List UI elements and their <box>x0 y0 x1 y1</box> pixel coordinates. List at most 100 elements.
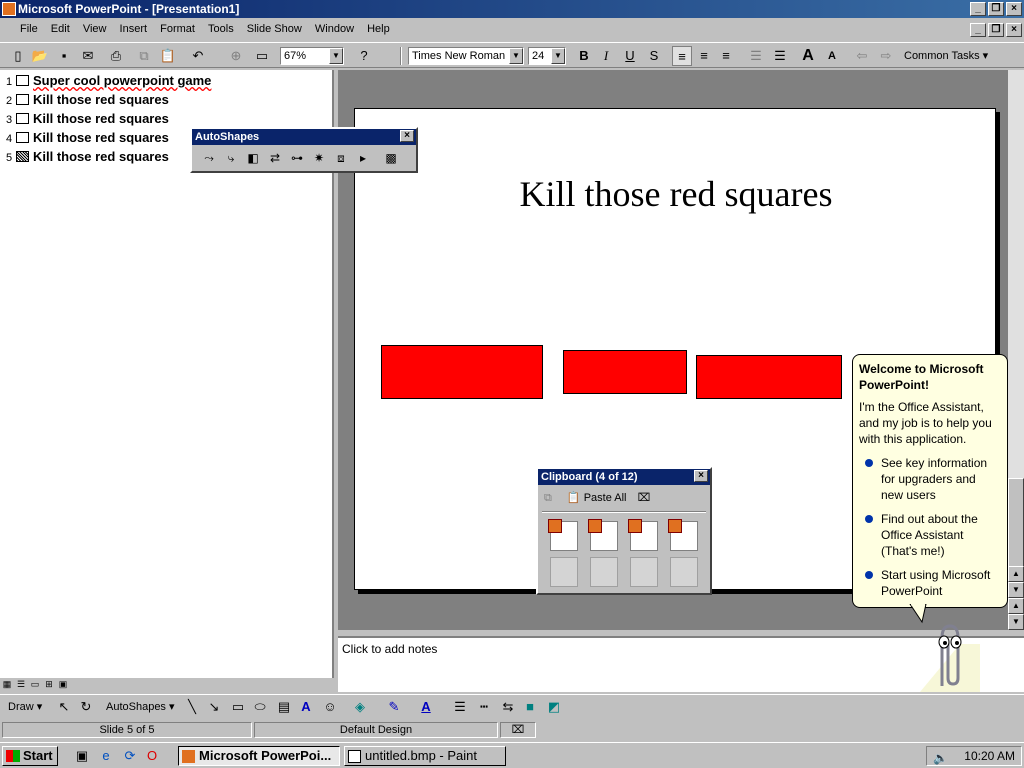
close-icon[interactable]: × <box>694 470 708 482</box>
red-square[interactable] <box>696 355 842 399</box>
clear-clipboard-icon[interactable]: ⌧ <box>638 492 651 504</box>
restore-icon[interactable]: ❐ <box>988 2 1004 16</box>
outline-item[interactable]: 2 Kill those red squares <box>6 91 169 109</box>
block-arrows-icon[interactable]: ⇄ <box>264 148 286 168</box>
numbering-icon[interactable]: ☰ <box>746 46 766 66</box>
menu-file[interactable]: File <box>0 20 43 35</box>
align-right-icon[interactable]: ≡ <box>716 46 736 66</box>
underline-icon[interactable]: U <box>620 46 640 66</box>
clippy-icon[interactable] <box>920 616 980 692</box>
align-center-icon[interactable]: ≡ <box>694 46 714 66</box>
oval-icon[interactable]: ⬭ <box>250 697 270 717</box>
promote-icon[interactable]: ⇦ <box>852 46 872 66</box>
slideshow-view-icon[interactable]: ▣ <box>56 679 70 690</box>
menu-window[interactable]: Window <box>310 20 359 35</box>
assistant-option[interactable]: Start using Microsoft PowerPoint <box>859 567 1001 599</box>
outline-view-icon[interactable]: ☰ <box>14 679 28 690</box>
3d-style-icon[interactable]: ◩ <box>544 697 564 717</box>
bullets-icon[interactable]: ☰ <box>770 46 790 66</box>
line-icon[interactable]: ╲ <box>182 697 202 717</box>
taskbar-paint[interactable]: untitled.bmp - Paint <box>344 746 506 766</box>
arrow-style-icon[interactable]: ⇆ <box>498 697 518 717</box>
free-rotate-icon[interactable]: ↻ <box>76 697 96 717</box>
autoshapes-title-bar[interactable]: AutoShapes × <box>192 129 416 145</box>
internet-explorer-icon[interactable]: e <box>96 746 116 766</box>
paste-all-icon[interactable]: 📋 <box>567 492 581 504</box>
basic-shapes-icon[interactable]: ◧ <box>242 148 264 168</box>
draw-menu-button[interactable]: Draw ▾ <box>8 697 50 717</box>
action-buttons-icon[interactable]: ▸ <box>352 148 374 168</box>
shadow-style-icon[interactable]: ■ <box>520 697 540 717</box>
minimize-icon[interactable]: _ <box>970 2 986 16</box>
red-square[interactable] <box>563 350 687 394</box>
bold-icon[interactable]: B <box>574 46 594 66</box>
menu-help[interactable]: Help <box>362 20 395 35</box>
volume-icon[interactable]: 🔈 <box>933 749 948 767</box>
spelling-status-icon[interactable]: ⌧ <box>500 722 536 738</box>
clipboard-item[interactable] <box>628 519 658 551</box>
font-size-combo[interactable]: 24 ▼ <box>528 47 566 65</box>
paste-all-button[interactable]: Paste All <box>584 492 627 504</box>
assistant-option[interactable]: Find out about the Office Assistant (Tha… <box>859 511 1001 559</box>
select-objects-icon[interactable]: ↖ <box>54 697 74 717</box>
clipboard-palette[interactable]: Clipboard (4 of 12) × ⧉ 📋 Paste All ⌧ <box>536 467 712 595</box>
previous-slide-icon[interactable]: ▲ <box>1008 598 1024 614</box>
new-icon[interactable]: ▯ <box>8 46 28 66</box>
taskbar-powerpoint[interactable]: Microsoft PowerPoi... <box>178 746 340 766</box>
save-icon[interactable]: ▪ <box>54 46 74 66</box>
flowchart-icon[interactable]: ⊶ <box>286 148 308 168</box>
assistant-option[interactable]: See key information for upgraders and ne… <box>859 455 1001 503</box>
decrease-font-icon[interactable]: A <box>822 46 842 66</box>
help-icon[interactable]: ? <box>354 46 374 66</box>
copy-icon[interactable]: ⧉ <box>544 492 552 504</box>
increase-font-icon[interactable]: A <box>798 46 818 66</box>
clipboard-item[interactable] <box>588 519 618 551</box>
close-icon[interactable]: × <box>1006 2 1022 16</box>
italic-icon[interactable]: I <box>596 46 616 66</box>
textbox-icon[interactable]: ▤ <box>274 697 294 717</box>
rectangle-icon[interactable]: ▭ <box>228 697 248 717</box>
align-left-icon[interactable]: ≡ <box>672 46 692 66</box>
paste-icon[interactable]: 📋 <box>158 46 178 66</box>
stars-banners-icon[interactable]: ✷ <box>308 148 330 168</box>
lines-icon[interactable]: ⤳ <box>198 148 220 168</box>
common-tasks-button[interactable]: Common Tasks ▾ <box>904 46 1000 66</box>
outline-item[interactable]: 5 Kill those red squares <box>6 148 169 166</box>
sorter-view-icon[interactable]: ⊞ <box>42 679 56 690</box>
outline-item[interactable]: 4 Kill those red squares <box>6 129 169 147</box>
print-icon[interactable]: ⎙ <box>106 46 126 66</box>
wordart-icon[interactable]: A <box>296 697 316 717</box>
start-button[interactable]: Start <box>2 746 58 766</box>
outlook-express-icon[interactable]: ⟳ <box>120 746 140 766</box>
line-style-icon[interactable]: ☰ <box>450 697 470 717</box>
powerpoint-app-icon[interactable] <box>2 2 16 16</box>
hyperlink-icon[interactable]: ⊕ <box>226 46 246 66</box>
connectors-icon[interactable]: ⤷ <box>220 148 242 168</box>
zoom-combo[interactable]: 67% ▼ <box>280 47 344 65</box>
open-icon[interactable]: 📂 <box>30 46 50 66</box>
vertical-scrollbar[interactable]: ▲ ▼ ▲ ▼ <box>1008 70 1024 630</box>
tables-icon[interactable]: ▭ <box>252 46 272 66</box>
clipboard-item[interactable] <box>548 519 578 551</box>
shadow-icon[interactable]: S <box>644 46 664 66</box>
doc-minimize-icon[interactable]: _ <box>970 23 986 37</box>
copy-icon[interactable]: ⧉ <box>134 46 154 66</box>
close-icon[interactable]: × <box>400 130 414 142</box>
menu-edit[interactable]: Edit <box>46 20 75 35</box>
arrow-icon[interactable]: ↘ <box>204 697 224 717</box>
more-autoshapes-icon[interactable]: ▩ <box>380 148 402 168</box>
scroll-thumb[interactable] <box>1008 478 1024 572</box>
menu-view[interactable]: View <box>78 20 112 35</box>
red-square[interactable] <box>381 345 543 399</box>
next-slide-icon[interactable]: ▼ <box>1008 614 1024 630</box>
menu-slide-show[interactable]: Slide Show <box>242 20 307 35</box>
chevron-down-icon[interactable]: ▼ <box>329 48 343 64</box>
scroll-down-icon[interactable]: ▼ <box>1008 582 1024 598</box>
clipart-icon[interactable]: ☺ <box>320 697 340 717</box>
autoshapes-menu-button[interactable]: AutoShapes ▾ <box>106 697 180 717</box>
scroll-up-icon[interactable]: ▲ <box>1008 566 1024 582</box>
outline-item[interactable]: 1 Super cool powerpoint game <box>6 72 211 90</box>
clipboard-title-bar[interactable]: Clipboard (4 of 12) × <box>538 469 710 485</box>
email-icon[interactable]: ✉ <box>78 46 98 66</box>
menu-format[interactable]: Format <box>155 20 200 35</box>
